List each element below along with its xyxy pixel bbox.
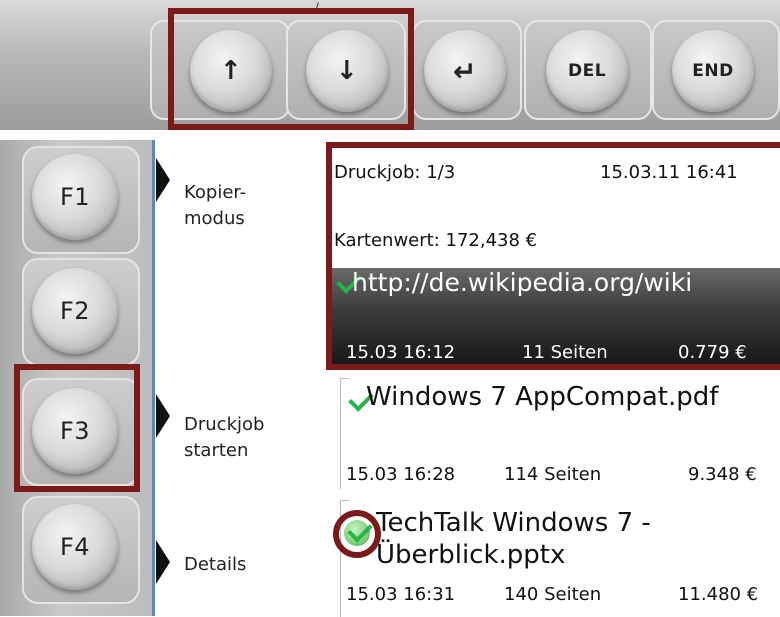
job-name-line1: TechTalk Windows 7 -	[376, 508, 651, 538]
job-pages: 114 Seiten	[504, 464, 602, 485]
status-highlight	[326, 142, 780, 370]
f3-softkey-label[interactable]: Druckjob starten	[184, 412, 264, 464]
screen-edge-divider	[152, 140, 155, 616]
arrow-keys-highlight	[168, 8, 414, 130]
list-item[interactable]: Windows 7 AppCompat.pdf 15.03 16:28 114 …	[340, 378, 780, 489]
job-date: 15.03 16:28	[346, 464, 456, 485]
end-key[interactable]: END	[672, 30, 754, 112]
f4-softkey-label[interactable]: Details	[184, 552, 246, 578]
end-key-label: END	[692, 61, 734, 81]
f3-softkey-pointer-icon	[156, 394, 170, 438]
enter-key[interactable]: ↵	[424, 30, 506, 112]
f1-key[interactable]: F1	[32, 154, 118, 240]
f2-key[interactable]: F2	[32, 268, 118, 354]
check-icon-highlight	[333, 510, 381, 558]
job-name: Windows 7 AppCompat.pdf	[366, 382, 719, 412]
job-pages: 140 Seiten	[504, 584, 602, 605]
f4-key-label: F4	[59, 533, 91, 561]
job-date: 15.03 16:31	[346, 584, 456, 605]
del-key[interactable]: DEL	[546, 30, 628, 112]
f3-key-highlight	[14, 364, 140, 492]
f1-softkey-label[interactable]: Kopier- modus	[184, 180, 246, 232]
enter-icon: ↵	[453, 54, 477, 88]
f4-key[interactable]: F4	[32, 504, 118, 590]
f1-softkey-pointer-icon	[156, 158, 170, 202]
del-key-label: DEL	[567, 61, 607, 81]
job-name-line2: Überblick.pptx	[376, 540, 566, 570]
job-price: 9.348 €	[688, 464, 757, 485]
f2-key-label: F2	[59, 297, 91, 325]
job-price: 11.480 €	[678, 584, 759, 605]
list-item[interactable]: TechTalk Windows 7 - Überblick.pptx 15.0…	[340, 500, 780, 617]
f1-key-label: F1	[59, 183, 91, 211]
f4-softkey-pointer-icon	[156, 540, 170, 584]
